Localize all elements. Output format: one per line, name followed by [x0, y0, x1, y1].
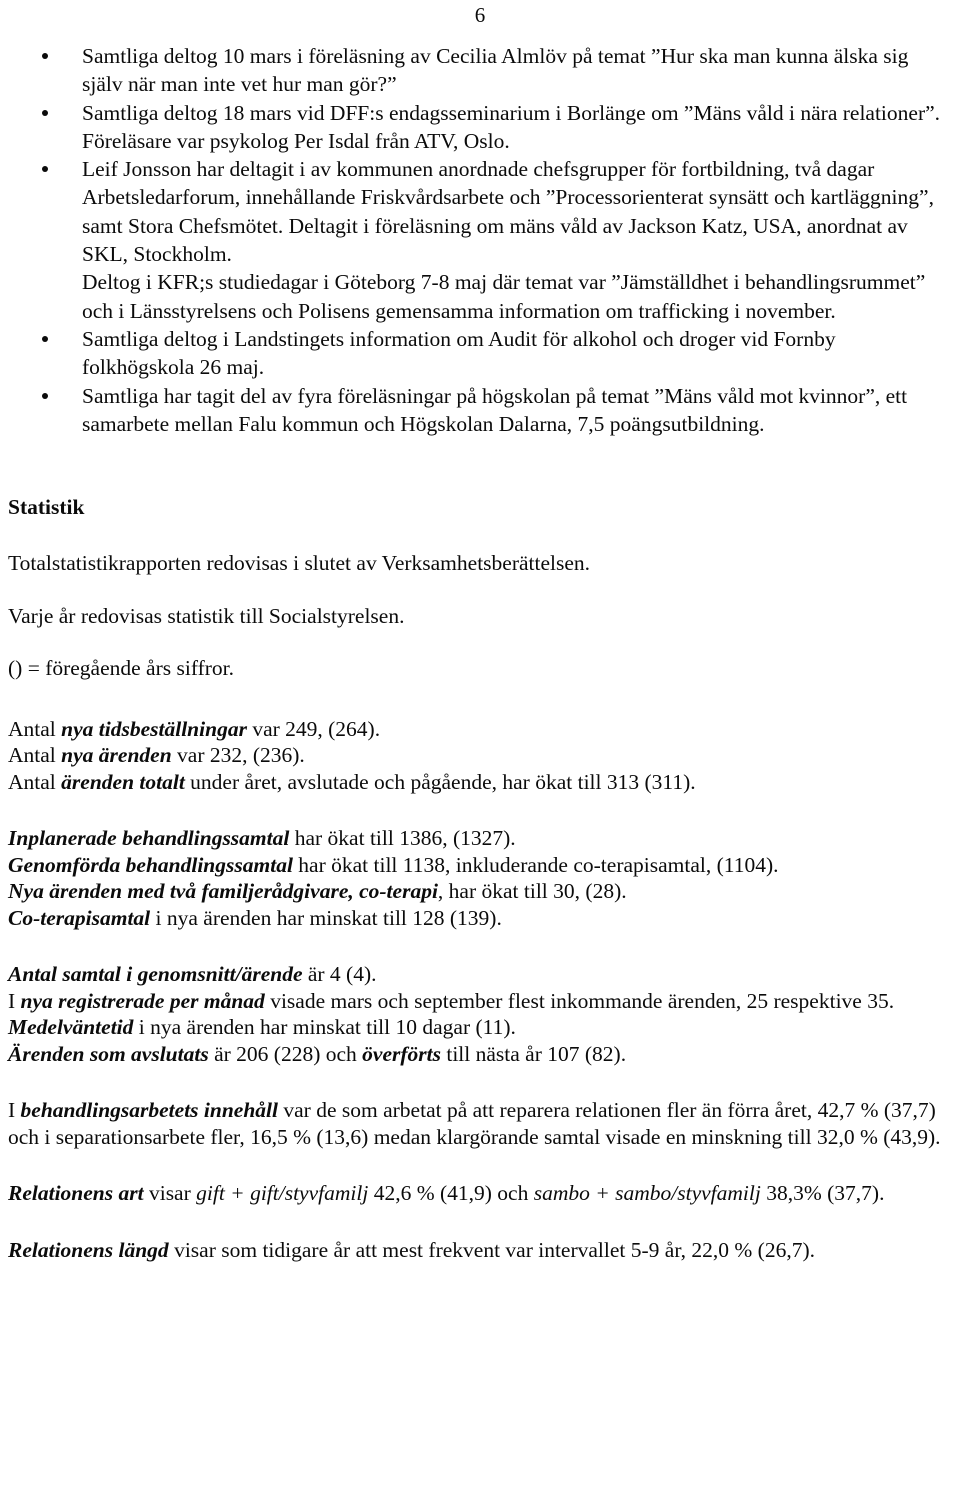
document-page: 6 Samtliga deltog 10 mars i föreläsning …: [0, 0, 960, 1511]
bullet-icon: [41, 382, 49, 410]
stat-line-nya-registrerade-per-manad: I nya registrerade per månad visade mars…: [8, 988, 952, 1015]
stat-line-nya-tidsbestallningar: Antal nya tidsbeställningar var 249, (26…: [8, 716, 952, 743]
stat-suffix: var 249, (264).: [246, 716, 381, 741]
list-item: Samtliga har tagit del av fyra föreläsni…: [8, 382, 952, 439]
stat-emphasis: Antal samtal i genomsnitt/ärende: [8, 962, 303, 987]
stat-emphasis: nya ärenden: [61, 743, 172, 768]
stat-emphasis: nya registrerade per månad: [20, 988, 265, 1013]
stat-suffix: i nya ärenden har minskat till 10 dagar …: [133, 1015, 516, 1040]
stat-prefix: I: [8, 1098, 21, 1123]
stat-suffix: är 4 (4).: [302, 962, 377, 987]
stat-emphasis: Inplanerade behandlingssamtal: [8, 826, 290, 851]
stat-line-co-terapisamtal: Co-terapisamtal i nya ärenden har minska…: [8, 905, 952, 932]
stat-prefix: I: [8, 988, 21, 1013]
stat-emphasis: Nya ärenden med två familjerådgivare, co…: [8, 879, 438, 904]
stat-suffix: i nya ärenden har minskat till 128 (139)…: [150, 905, 502, 930]
section-heading-statistik: Statistik: [8, 495, 85, 520]
stat-emphasis-2: överförts: [362, 1041, 441, 1066]
list-item: Samtliga deltog 18 mars vid DFF:s endags…: [8, 99, 952, 156]
stat-line-nya-arenden-co-terapi: Nya ärenden med två familjerådgivare, co…: [8, 878, 952, 905]
stat-suffix: var 232, (236).: [171, 743, 305, 768]
stat-prefix: Antal: [8, 769, 62, 794]
stat-italic-1: gift + gift/styvfamilj: [196, 1181, 369, 1206]
stat-mid: är 206 (228) och: [208, 1041, 363, 1066]
stat-emphasis: Co-terapisamtal: [8, 905, 151, 930]
bullet-icon: [41, 155, 49, 183]
stat-suffix: , har ökat till 30, (28).: [437, 879, 627, 904]
stat-emphasis: nya tidsbeställningar: [61, 716, 247, 741]
stat-suffix: visar som tidigare år att mest frekvent …: [168, 1237, 815, 1262]
stat-suffix: har ökat till 1386, (1327).: [289, 826, 516, 851]
list-item: Samtliga deltog 10 mars i föreläsning av…: [8, 42, 952, 99]
statistik-intro-line-3: () = föregående års siffror.: [8, 656, 235, 681]
activities-bullet-list: Samtliga deltog 10 mars i föreläsning av…: [8, 42, 952, 438]
bullet-icon: [41, 325, 49, 353]
stat-line-medelvantetid: Medelväntetid i nya ärenden har minskat …: [8, 1014, 952, 1041]
statistik-intro-line-2: Varje år redovisas statistik till Social…: [8, 603, 405, 628]
bullet-icon: [41, 99, 49, 127]
stat-prefix: Antal: [8, 716, 62, 741]
stat-emphasis: Genomförda behandlingssamtal: [8, 852, 293, 877]
stat-suffix: har ökat till 1138, inkluderande co-tera…: [292, 852, 779, 877]
stat-line-antal-samtal-genomsnitt: Antal samtal i genomsnitt/ärende är 4 (4…: [8, 961, 952, 988]
stat-suffix: till nästa år 107 (82).: [440, 1041, 627, 1066]
stat-prefix: Antal: [8, 743, 62, 768]
stat-part-1: visar: [143, 1181, 197, 1206]
stat-line-arenden-totalt: Antal ärenden totalt under året, avsluta…: [8, 769, 952, 796]
stat-emphasis: Relationens art: [8, 1181, 144, 1206]
stat-line-nya-arenden: Antal nya ärenden var 232, (236).: [8, 742, 952, 769]
stat-emphasis: behandlingsarbetets innehåll: [20, 1098, 279, 1123]
stat-italic-2: sambo + sambo/styvfamilj: [533, 1181, 761, 1206]
stat-suffix: visade mars och september flest inkomman…: [264, 988, 895, 1013]
list-item-text: Samtliga deltog i Landstingets informati…: [82, 326, 836, 380]
stat-emphasis: Medelväntetid: [8, 1015, 134, 1040]
stat-emphasis: Relationens längd: [8, 1237, 169, 1262]
stat-line-arenden-som-avslutats: Ärenden som avslutats är 206 (228) och ö…: [8, 1041, 952, 1068]
stat-part-3: 38,3% (37,7).: [760, 1181, 885, 1206]
page-number: 6: [474, 3, 486, 27]
stat-line-genomforda-behandlingssamtal: Genomförda behandlingssamtal har ökat ti…: [8, 852, 952, 879]
stat-part-2: 42,6 % (41,9) och: [368, 1181, 534, 1206]
stat-emphasis-1: Ärenden som avslutats: [8, 1041, 209, 1066]
stat-line-inplanerade-behandlingssamtal: Inplanerade behandlingssamtal har ökat t…: [8, 825, 952, 852]
stat-paragraph-relationens-art: Relationens art visar gift + gift/styvfa…: [8, 1180, 952, 1207]
list-item-text: Leif Jonsson har deltagit i av kommunen …: [82, 157, 934, 267]
list-item: Leif Jonsson har deltagit i av kommunen …: [8, 155, 952, 325]
stat-emphasis: ärenden totalt: [61, 769, 185, 794]
list-item-text: Samtliga har tagit del av fyra föreläsni…: [82, 383, 908, 436]
bullet-icon: [41, 42, 49, 70]
statistik-intro-line-1: Totalstatistikrapporten redovisas i slut…: [8, 551, 591, 576]
page-content: Samtliga deltog 10 mars i föreläsning av…: [8, 42, 952, 1263]
list-item-text: Samtliga deltog 10 mars i föreläsning av…: [82, 44, 909, 97]
list-item: Samtliga deltog i Landstingets informati…: [8, 325, 952, 382]
stat-paragraph-behandlingsarbetets-innehall: I behandlingsarbetets innehåll var de so…: [8, 1097, 952, 1150]
list-item-text: Samtliga deltog 18 mars vid DFF:s endags…: [82, 100, 941, 153]
stat-paragraph-relationens-langd: Relationens längd visar som tidigare år …: [8, 1237, 952, 1264]
list-item-text-continued: Deltog i KFR;s studiedagar i Göteborg 7-…: [82, 270, 926, 323]
stat-suffix: under året, avslutade och pågående, har …: [184, 769, 696, 794]
